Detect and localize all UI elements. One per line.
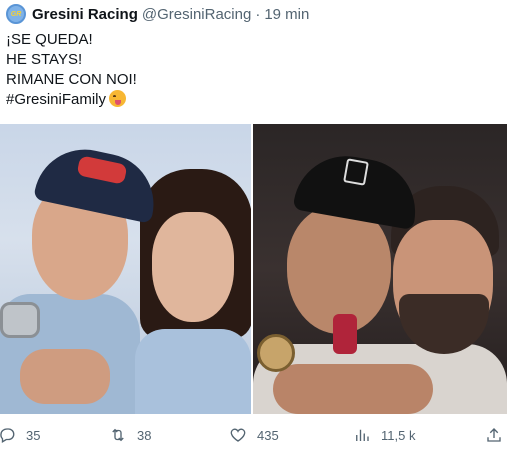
photo-right[interactable] — [253, 124, 507, 414]
retweet-count: 38 — [137, 427, 152, 443]
hashtag-link[interactable]: #GresiniFamily — [6, 91, 106, 108]
action-bar: 35 38 435 11,5 k — [0, 418, 507, 452]
retweet-button[interactable]: 38 — [109, 426, 151, 444]
tongue-face-emoji-icon — [109, 90, 127, 107]
photo-shape — [343, 158, 369, 186]
tweet-line: HE STAYS! — [6, 51, 83, 68]
tweet-line: ¡SE QUEDA! — [6, 31, 93, 48]
heart-icon — [230, 428, 246, 442]
tweet-header: GR Gresini Racing @GresiniRacing · 19 mi… — [6, 4, 309, 24]
share-button[interactable] — [485, 426, 507, 444]
user-handle[interactable]: @GresiniRacing — [142, 6, 251, 23]
view-count: 11,5 k — [381, 427, 416, 443]
tweet-text: ¡SE QUEDA! HE STAYS! RIMANE CON NOI! #Gr… — [6, 30, 137, 110]
like-button[interactable]: 435 — [229, 426, 279, 444]
photo-shape — [257, 334, 295, 372]
tweet-line: RIMANE CON NOI! — [6, 71, 137, 88]
reply-count: 35 — [26, 427, 41, 443]
avatar[interactable]: GR — [6, 4, 26, 24]
reply-button[interactable]: 35 — [0, 426, 40, 444]
photo-shape — [20, 349, 110, 404]
bar-chart-icon — [356, 429, 369, 441]
photo-left[interactable] — [0, 124, 251, 414]
photo-shape — [0, 302, 40, 338]
photo-shape — [152, 212, 234, 322]
separator: · — [255, 5, 261, 23]
timestamp[interactable]: 19 min — [264, 6, 309, 23]
display-name[interactable]: Gresini Racing — [32, 6, 138, 23]
media-grid — [0, 124, 507, 414]
share-icon — [487, 428, 501, 442]
retweet-icon — [112, 428, 124, 442]
photo-shape — [135, 329, 251, 414]
tweet-line-hashtag: #GresiniFamily — [6, 90, 137, 110]
photo-shape — [333, 314, 357, 354]
avatar-initials: GR — [10, 10, 22, 18]
photo-shape — [273, 364, 433, 414]
reply-icon — [0, 428, 15, 443]
views-button[interactable]: 11,5 k — [353, 426, 415, 444]
tweet[interactable]: GR Gresini Racing @GresiniRacing · 19 mi… — [0, 0, 507, 455]
like-count: 435 — [257, 427, 279, 443]
